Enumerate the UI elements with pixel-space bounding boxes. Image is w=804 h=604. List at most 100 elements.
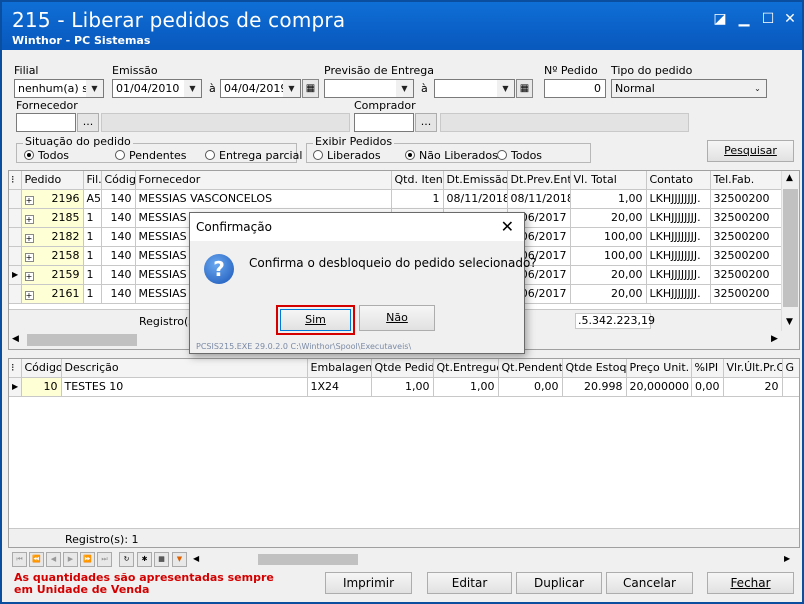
col-header[interactable]: Fil. (83, 171, 102, 190)
scroll-thumb[interactable] (783, 189, 798, 307)
prior-page-icon[interactable]: ⏪ (29, 552, 44, 567)
scroll-right-icon[interactable]: ▶ (771, 334, 778, 344)
chevron-down-icon[interactable]: ▼ (86, 80, 103, 97)
col-header[interactable]: Qtde Estoque (562, 359, 627, 378)
next-record-icon[interactable]: ▶ (63, 552, 78, 567)
cell-contato: LKHJJJJJJJJ. (646, 265, 711, 285)
chevron-down-icon[interactable]: ▼ (497, 80, 514, 97)
chevron-down-icon[interactable]: ▼ (396, 80, 413, 97)
chevron-down-icon[interactable]: ▼ (184, 80, 201, 97)
table-row-selected[interactable]: ▶ 10 TESTES 10 1X24 1,00 1,00 0,00 20.99… (9, 377, 799, 397)
col-header[interactable]: Qt.Entregue (433, 359, 499, 378)
itens-registros: Registro(s): 1 (65, 533, 139, 546)
col-header[interactable]: Dt.Emissão (443, 171, 508, 190)
dialog-message: Confirma o desbloqueio do pedido selecio… (249, 256, 537, 270)
col-header[interactable]: Qtde Pedida (371, 359, 434, 378)
col-header[interactable]: Vlr.Últ.Pr.Co (723, 359, 783, 378)
emissao-from-field[interactable]: 01/04/2010 ▼ (112, 79, 202, 98)
itens-header-row: ⁝ Código Descrição Embalagem Qtde Pedida… (9, 359, 799, 378)
fechar-button[interactable]: Fechar (707, 572, 794, 594)
situacao-todos-radio[interactable]: Todos (24, 149, 69, 162)
filter-icon[interactable]: ▼ (172, 552, 187, 567)
minimize-icon[interactable]: ▁ (734, 10, 754, 28)
last-record-icon[interactable]: ⏭ (97, 552, 112, 567)
imprimir-button[interactable]: Imprimir (325, 572, 412, 594)
col-header[interactable]: Descrição (61, 359, 308, 378)
filial-select[interactable]: nenhum(a) se ▼ (14, 79, 104, 98)
fornecedor-lookup-button[interactable]: ... (77, 113, 99, 132)
expand-icon[interactable]: + (24, 291, 34, 300)
exibir-todos-radio[interactable]: Todos (497, 149, 542, 162)
exibir-naoliberados-radio[interactable]: Não Liberados (405, 149, 498, 162)
tipo-select[interactable]: Normal ⌄ (611, 79, 767, 98)
vertical-scrollbar[interactable]: ▲ ▼ (781, 171, 799, 331)
col-header[interactable]: %IPI (691, 359, 724, 378)
cell-pedido: +2159 (21, 265, 84, 285)
scroll-left-icon[interactable]: ◀ (12, 334, 19, 344)
expand-icon[interactable]: + (24, 253, 34, 262)
first-record-icon[interactable]: ⏮ (12, 552, 27, 567)
col-header[interactable]: Qt.Pendente (498, 359, 563, 378)
cell-pedido-value: 2158 (51, 249, 80, 262)
exibir-liberados-radio[interactable]: Liberados (313, 149, 381, 162)
previsao-to-field[interactable]: ▼ (434, 79, 515, 98)
col-header[interactable]: Contato (646, 171, 711, 190)
col-header[interactable]: Códig (101, 171, 136, 190)
scroll-down-icon[interactable]: ▼ (786, 317, 793, 327)
npedido-input[interactable]: 0 (544, 79, 606, 98)
expand-icon[interactable]: + (24, 196, 34, 205)
scroll-thumb[interactable] (258, 554, 358, 565)
scroll-up-icon[interactable]: ▲ (786, 173, 793, 183)
situacao-parcial-radio[interactable]: Entrega parcial (205, 149, 302, 162)
table-row[interactable]: +2196 A5 140 MESSIAS VASCONCELOS 1 08/11… (9, 189, 782, 209)
col-header[interactable]: Pedido (21, 171, 84, 190)
cell-ipi: 0,00 (691, 377, 724, 397)
editar-button[interactable]: Editar (427, 572, 512, 594)
emissao-to-field[interactable]: 04/04/2019 ▼ (220, 79, 301, 98)
cell-dtemissao: 08/11/2018 (443, 189, 508, 209)
pesquisar-button[interactable]: Pesquisar (707, 140, 794, 162)
col-header[interactable]: G (782, 359, 799, 378)
col-header[interactable]: Tel.Fab. (710, 171, 782, 190)
calendar-icon[interactable]: ▦ (516, 79, 533, 98)
comprador-lookup-button[interactable]: ... (415, 113, 437, 132)
col-header[interactable]: Fornecedor (135, 171, 392, 190)
expand-icon[interactable]: + (24, 234, 34, 243)
situacao-pendentes-radio[interactable]: Pendentes (115, 149, 187, 162)
expand-icon[interactable]: + (24, 272, 34, 281)
expand-icon[interactable]: + (24, 215, 34, 224)
scroll-left-icon[interactable]: ◀ (193, 554, 199, 563)
close-icon[interactable]: ✕ (501, 217, 514, 236)
previsao-from-field[interactable]: ▼ (324, 79, 414, 98)
prior-record-icon[interactable]: ◀ (46, 552, 61, 567)
col-header[interactable]: Dt.Prev.Ent (507, 171, 571, 190)
duplicar-button[interactable]: Duplicar (516, 572, 602, 594)
grid-menu-icon[interactable]: ⁝ (9, 359, 22, 378)
horizontal-scrollbar-2[interactable]: ◀ ▶ (190, 552, 796, 567)
grid-menu-icon[interactable]: ⁝ (9, 171, 22, 190)
cell-codigo: 140 (101, 284, 136, 304)
close-icon[interactable]: ✕ (780, 10, 800, 28)
sim-button[interactable]: Sim (280, 309, 351, 331)
refresh-icon[interactable]: ↻ (119, 552, 134, 567)
fornecedor-code-input[interactable] (16, 113, 76, 132)
calendar-icon[interactable]: ▦ (302, 79, 319, 98)
nao-button[interactable]: Não (359, 305, 435, 331)
maximize-icon[interactable]: ☐ (758, 10, 778, 28)
scroll-thumb[interactable] (27, 334, 137, 346)
scroll-right-icon[interactable]: ▶ (784, 554, 790, 563)
col-header[interactable]: Qtd. Itens (391, 171, 444, 190)
col-header[interactable]: Vl. Total (570, 171, 647, 190)
col-header[interactable]: Preço Unit. (626, 359, 692, 378)
col-header[interactable]: Embalagem (307, 359, 372, 378)
asterisk-icon[interactable]: ✱ (137, 552, 152, 567)
chevron-down-icon[interactable]: ⌄ (749, 80, 766, 97)
cancelar-button[interactable]: Cancelar (606, 572, 693, 594)
comprador-code-input[interactable] (354, 113, 414, 132)
restore-icon[interactable]: ◪ (710, 10, 730, 28)
next-page-icon[interactable]: ⏩ (80, 552, 95, 567)
grid-icon[interactable]: ▦ (154, 552, 169, 567)
pedidos-header-row: ⁝ Pedido Fil. Códig Fornecedor Qtd. Iten… (9, 171, 782, 190)
col-header[interactable]: Código (21, 359, 62, 378)
chevron-down-icon[interactable]: ▼ (283, 80, 300, 97)
